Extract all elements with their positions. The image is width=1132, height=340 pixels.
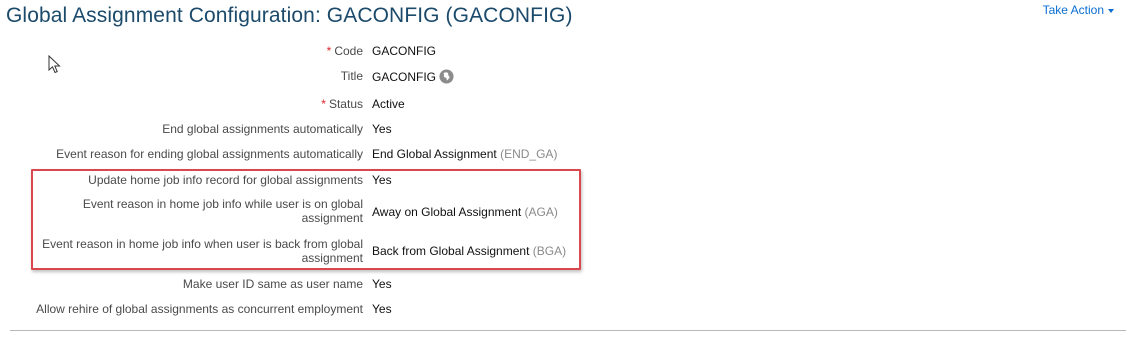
field-label: * Code: [326, 44, 363, 58]
page-title: Global Assignment Configuration: GACONFI…: [6, 4, 573, 27]
value-code: (END_GA): [500, 147, 558, 161]
globe-icon[interactable]: [439, 69, 454, 84]
caret-down-icon[interactable]: [1108, 8, 1114, 13]
field-value: Active: [372, 97, 405, 111]
field-value: End Global Assignment (END_GA): [372, 147, 558, 161]
field-label: * Status: [321, 97, 363, 111]
highlight-box: [31, 169, 581, 270]
field-label: End global assignments automatically: [162, 122, 363, 136]
take-action-label[interactable]: Take Action: [1043, 3, 1104, 17]
field-label: Title: [340, 69, 363, 83]
required-marker: *: [321, 97, 326, 111]
required-marker: *: [326, 44, 332, 58]
field-value: Yes: [372, 302, 392, 316]
field-label: Allow rehire of global assignments as co…: [36, 302, 363, 316]
field-label: Make user ID same as user name: [182, 277, 363, 291]
field-label: Event reason for ending global assignmen…: [56, 147, 363, 161]
field-value: GACONFIG: [372, 44, 437, 58]
field-value: Yes: [372, 122, 392, 136]
field-value: Yes: [372, 277, 392, 291]
divider: [10, 330, 1126, 331]
page: Global Assignment Configuration: GACONFI…: [0, 0, 1132, 340]
field-value: GACONFIG: [372, 69, 454, 84]
take-action-menu[interactable]: Take Action: [1043, 3, 1114, 17]
